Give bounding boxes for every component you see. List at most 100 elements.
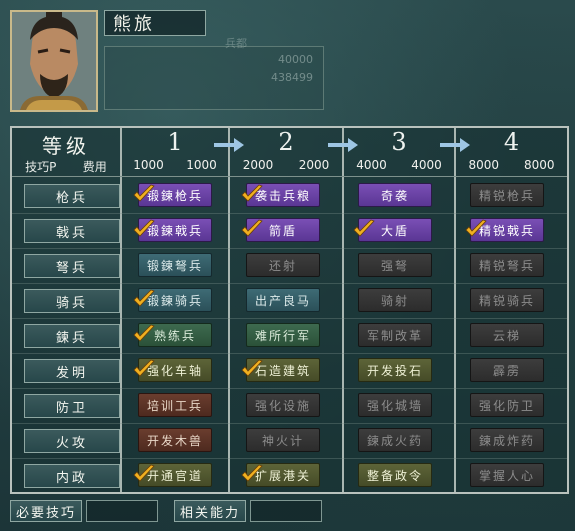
tech-button-label: 开发木兽	[146, 433, 203, 448]
tech-button-label: 锻鍊枪兵	[146, 188, 203, 203]
row-divider	[12, 283, 567, 284]
tech-button[interactable]: 强化防卫	[470, 393, 544, 417]
grid-divider	[228, 128, 230, 492]
cost-label: 费用	[82, 160, 107, 174]
grid-divider	[120, 128, 122, 492]
tech-button[interactable]: 扩展港关	[241, 463, 320, 487]
tech-button-label: 开发投石	[366, 363, 423, 378]
level-number: 1	[167, 128, 183, 156]
tech-button[interactable]: 袭击兵粮	[241, 183, 320, 207]
tech-button[interactable]: 整备政令	[358, 463, 432, 487]
row-label-fire: 火攻	[24, 429, 120, 453]
tech-button[interactable]: 云梯	[470, 323, 544, 347]
tech-button-label: 精锐戟兵	[478, 223, 535, 238]
checkmark-icon	[465, 219, 487, 237]
tech-button[interactable]: 锻鍊骑兵	[133, 288, 212, 312]
tech-button[interactable]: 神火计	[246, 428, 320, 452]
tech-button-label: 骑射	[380, 293, 409, 308]
row-divider	[12, 248, 567, 249]
tech-button[interactable]: 霹雳	[470, 358, 544, 382]
tech-button-label: 强化城墙	[366, 398, 423, 413]
tech-button-label: 奇袭	[380, 188, 409, 203]
gold-cost: 8000	[523, 158, 555, 172]
tech-button[interactable]: 熟练兵	[133, 323, 212, 347]
general-name: 熊旅	[104, 10, 206, 36]
tech-button[interactable]: 鍊成火药	[358, 428, 432, 452]
tech-button[interactable]: 出产良马	[246, 288, 320, 312]
tech-cost: 8000	[468, 158, 500, 172]
tech-button[interactable]: 精锐戟兵	[465, 218, 544, 242]
checkmark-icon	[241, 464, 263, 482]
row-label-crossbow: 弩兵	[24, 254, 120, 278]
tech-button-label: 大盾	[380, 223, 409, 238]
related-ability-label: 相关能力	[174, 500, 246, 522]
grid-divider	[454, 128, 456, 492]
tech-button[interactable]: 大盾	[353, 218, 432, 242]
checkmark-icon	[241, 219, 263, 237]
tech-button[interactable]: 强化城墙	[358, 393, 432, 417]
row-label-halberd: 戟兵	[24, 219, 120, 243]
row-label-civil: 内政	[24, 464, 120, 488]
tech-button[interactable]: 箭盾	[241, 218, 320, 242]
tech-button-label: 开通官道	[146, 468, 203, 483]
tech-button[interactable]: 锻鍊弩兵	[138, 253, 212, 277]
tech-button[interactable]: 难所行军	[246, 323, 320, 347]
tech-button-label: 军制改革	[366, 328, 423, 343]
row-label-training: 鍊兵	[24, 324, 120, 348]
tech-cost: 2000	[242, 158, 274, 172]
checkmark-icon	[133, 289, 155, 307]
tech-button-label: 强化设施	[254, 398, 311, 413]
tech-button[interactable]: 还射	[246, 253, 320, 277]
level-number: 2	[278, 128, 294, 156]
tech-button-label: 出产良马	[254, 293, 311, 308]
tech-button-label: 强化车轴	[146, 363, 203, 378]
tech-button[interactable]: 锻鍊枪兵	[133, 183, 212, 207]
tech-button[interactable]: 开发投石	[358, 358, 432, 382]
tech-button-label: 石造建筑	[254, 363, 311, 378]
row-divider	[12, 423, 567, 424]
checkmark-icon	[133, 184, 155, 202]
checkmark-icon	[133, 324, 155, 342]
arrow-right-icon	[214, 138, 244, 152]
tech-button[interactable]: 开通官道	[133, 463, 212, 487]
checkmark-icon	[133, 219, 155, 237]
level-number: 3	[391, 128, 407, 156]
tech-button[interactable]: 开发木兽	[138, 428, 212, 452]
tech-button[interactable]: 鍊成炸药	[470, 428, 544, 452]
tech-button-label: 霹雳	[492, 363, 521, 378]
tech-button[interactable]: 精锐骑兵	[470, 288, 544, 312]
tech-button[interactable]: 精锐弩兵	[470, 253, 544, 277]
tech-button[interactable]: 掌握人心	[470, 463, 544, 487]
tech-button[interactable]: 培训工兵	[138, 393, 212, 417]
tech-button[interactable]: 精锐枪兵	[470, 183, 544, 207]
tech-button-label: 熟练兵	[153, 328, 196, 343]
tech-label: 技巧P	[25, 160, 57, 174]
tech-button[interactable]: 强弩	[358, 253, 432, 277]
tech-button[interactable]: 锻鍊戟兵	[133, 218, 212, 242]
tech-button[interactable]: 奇袭	[358, 183, 432, 207]
stat-value-2: 438499	[271, 71, 313, 84]
tech-button-label: 强弩	[380, 258, 409, 273]
arrow-right-icon	[440, 138, 470, 152]
stat-value-1: 40000	[278, 53, 313, 66]
tech-button-label: 还射	[268, 258, 297, 273]
tech-button[interactable]: 强化车轴	[133, 358, 212, 382]
related-ability-field	[250, 500, 322, 522]
tech-button[interactable]: 骑射	[358, 288, 432, 312]
tech-button-label: 锻鍊戟兵	[146, 223, 203, 238]
tech-button-label: 整备政令	[366, 468, 423, 483]
tech-button-label: 掌握人心	[478, 468, 535, 483]
tech-button-label: 锻鍊骑兵	[146, 293, 203, 308]
required-skill-field	[86, 500, 158, 522]
tech-button-label: 箭盾	[268, 223, 297, 238]
gold-cost: 2000	[298, 158, 330, 172]
header-sub: 技巧P 费用	[12, 158, 120, 175]
tech-button-label: 强化防卫	[478, 398, 535, 413]
row-divider	[12, 353, 567, 354]
tech-button[interactable]: 军制改革	[358, 323, 432, 347]
tech-button[interactable]: 强化设施	[246, 393, 320, 417]
checkmark-icon	[353, 219, 375, 237]
tech-button[interactable]: 石造建筑	[241, 358, 320, 382]
tech-button-label: 扩展港关	[254, 468, 311, 483]
tech-button-label: 培训工兵	[146, 398, 203, 413]
